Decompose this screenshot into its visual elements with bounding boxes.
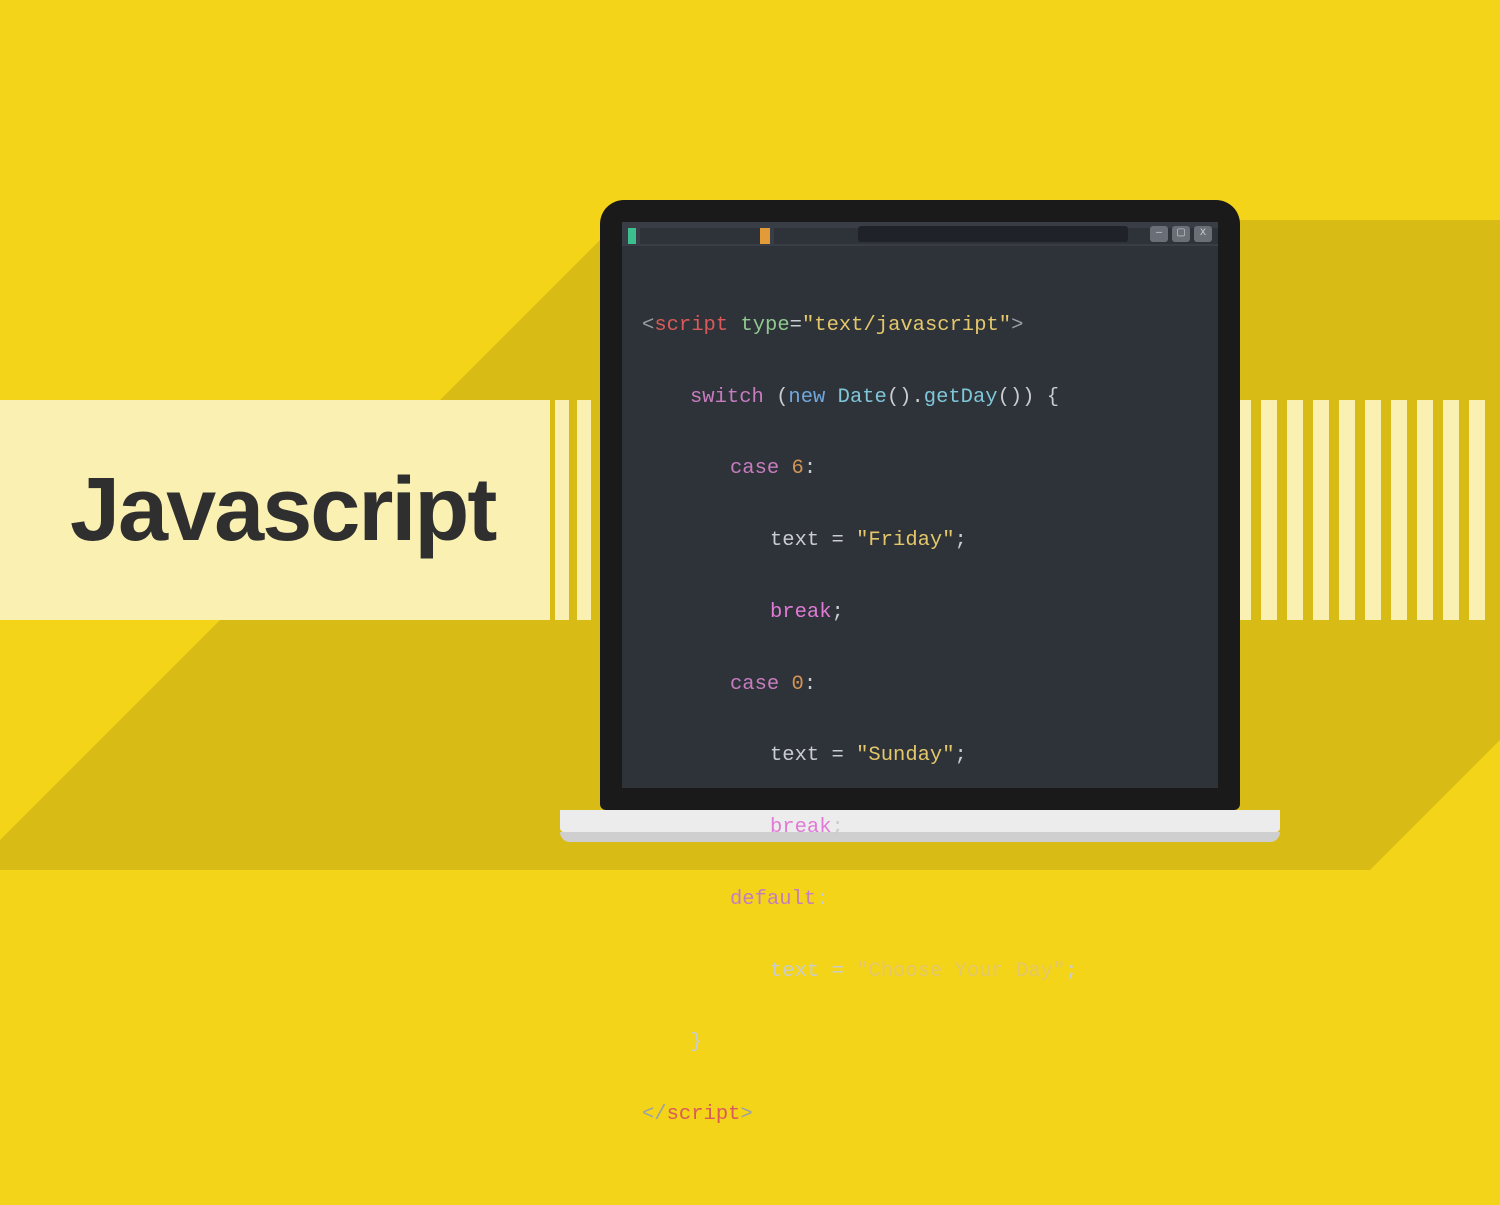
- minimize-button[interactable]: —: [1150, 226, 1168, 242]
- maximize-button[interactable]: ▢: [1172, 226, 1190, 242]
- tab-indicator-orange: [760, 228, 770, 244]
- stripes-left: [555, 400, 591, 620]
- title-banner: Javascript: [0, 400, 550, 620]
- stripes-right: [1235, 400, 1485, 620]
- title-text: Javascript: [70, 459, 495, 562]
- address-bar[interactable]: [858, 226, 1128, 242]
- code-editor-screen: — ▢ X <script type="text/javascript"> sw…: [622, 222, 1218, 788]
- code-block: <script type="text/javascript"> switch (…: [622, 246, 1218, 1205]
- close-button[interactable]: X: [1194, 226, 1212, 242]
- tab-indicator-green: [628, 228, 636, 244]
- laptop-bezel: — ▢ X <script type="text/javascript"> sw…: [600, 200, 1240, 810]
- laptop: — ▢ X <script type="text/javascript"> sw…: [600, 200, 1240, 842]
- editor-toolbar: — ▢ X: [622, 222, 1218, 246]
